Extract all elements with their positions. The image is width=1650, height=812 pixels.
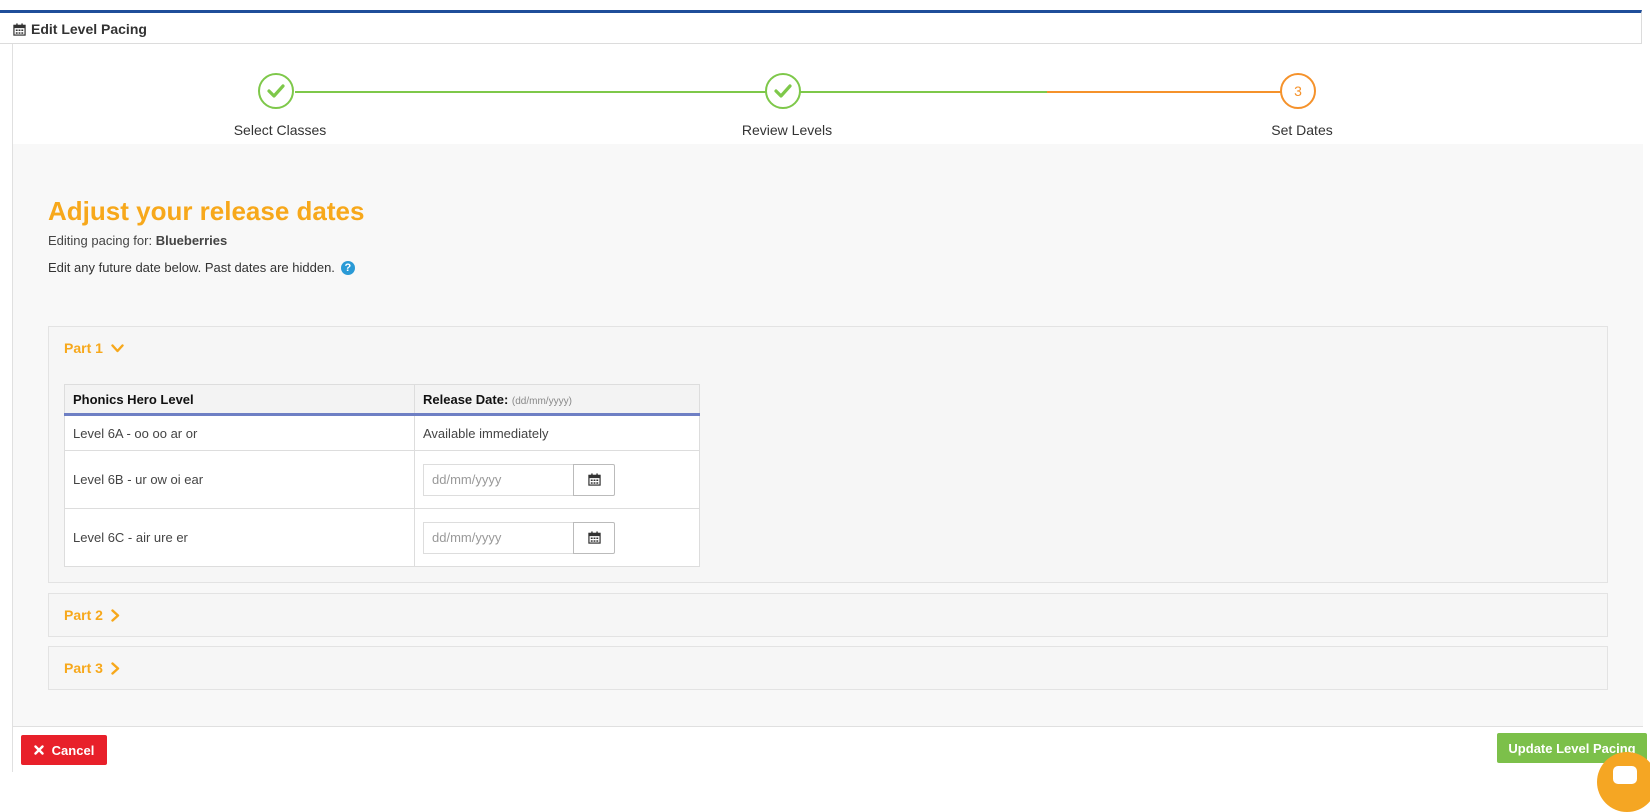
step-3-circle: 3	[1280, 73, 1316, 109]
col-header-level: Phonics Hero Level	[64, 384, 415, 416]
part-2-toggle[interactable]: Part 2	[49, 594, 1607, 636]
level-cell: Level 6C - air ure er	[64, 508, 415, 567]
checkmark-icon	[267, 84, 285, 98]
editing-class-line: Editing pacing for: Blueberries	[48, 233, 227, 248]
date-hint: Edit any future date below. Past dates a…	[48, 260, 355, 275]
release-date-cell	[414, 450, 700, 509]
step-connector-3	[1047, 91, 1299, 93]
cancel-button[interactable]: Cancel	[21, 735, 107, 765]
part-2-panel: Part 2	[48, 593, 1608, 637]
date-picker	[423, 463, 698, 496]
progress-stepper: 3 Select Classes Review Levels Set Dates	[13, 44, 1643, 145]
part-1-toggle[interactable]: Part 1	[49, 327, 1607, 369]
release-date-input[interactable]	[423, 463, 573, 496]
step-connector-1	[295, 91, 782, 93]
calendar-icon	[13, 22, 26, 36]
window-title-text: Edit Level Pacing	[31, 21, 147, 37]
set-dates-content: Adjust your release dates Editing pacing…	[13, 144, 1643, 726]
chevron-right-icon	[111, 608, 120, 622]
window-title: Edit Level Pacing	[13, 21, 147, 37]
release-date-input[interactable]	[423, 521, 573, 554]
col-header-level-text: Phonics Hero Level	[73, 391, 194, 407]
level-cell: Level 6B - ur ow oi ear	[64, 450, 415, 509]
step-2-circle	[765, 73, 801, 109]
table-row: Level 6A - oo oo ar or Available immedia…	[64, 414, 700, 451]
step-3-number: 3	[1294, 83, 1302, 99]
table-header-row: Phonics Hero Level Release Date: (dd/mm/…	[64, 384, 700, 416]
part-1-panel: Part 1 Phonics Hero Level Release Date: …	[48, 326, 1608, 583]
date-hint-text: Edit any future date below. Past dates a…	[48, 260, 335, 275]
chat-widget-button[interactable]	[1597, 752, 1650, 812]
calendar-button[interactable]	[573, 521, 615, 554]
date-picker	[423, 521, 698, 554]
checkmark-icon	[774, 84, 792, 98]
calendar-icon	[587, 531, 601, 544]
step-label-set-dates: Set Dates	[1271, 122, 1333, 138]
table-row: Level 6B - ur ow oi ear	[64, 450, 700, 509]
part-3-panel: Part 3	[48, 646, 1608, 690]
col-header-release-date: Release Date: (dd/mm/yyyy)	[414, 384, 700, 416]
calendar-icon	[587, 473, 601, 486]
class-name: Blueberries	[155, 233, 228, 248]
page-title: Adjust your release dates	[48, 196, 365, 226]
modal-footer: Cancel Update Level Pacing	[13, 726, 1647, 773]
release-available-cell: Available immediately	[414, 414, 700, 451]
edit-pacing-modal: 3 Select Classes Review Levels Set Dates…	[12, 44, 1647, 773]
step-1-circle	[258, 73, 294, 109]
cancel-button-label: Cancel	[51, 742, 95, 758]
step-connector-2	[800, 91, 1047, 93]
chevron-right-icon	[111, 661, 120, 675]
col-header-date-text: Release Date:	[423, 391, 509, 407]
editing-prefix: Editing pacing for:	[48, 233, 153, 248]
part-3-label: Part 3	[64, 660, 103, 676]
step-label-select-classes: Select Classes	[233, 122, 327, 138]
window-header: Edit Level Pacing	[0, 10, 1642, 44]
table-row: Level 6C - air ure er	[64, 508, 700, 567]
chevron-down-icon	[111, 343, 124, 352]
help-icon[interactable]: ?	[340, 260, 355, 275]
part-1-label: Part 1	[64, 340, 103, 356]
close-icon	[33, 745, 44, 755]
release-date-cell	[414, 508, 700, 567]
col-header-date-format: (dd/mm/yyyy)	[511, 395, 572, 407]
part-3-toggle[interactable]: Part 3	[49, 647, 1607, 689]
levels-table: Phonics Hero Level Release Date: (dd/mm/…	[64, 384, 700, 567]
calendar-button[interactable]	[573, 463, 615, 496]
part-2-label: Part 2	[64, 607, 103, 623]
step-label-review-levels: Review Levels	[741, 122, 833, 138]
level-cell: Level 6A - oo oo ar or	[64, 414, 415, 451]
